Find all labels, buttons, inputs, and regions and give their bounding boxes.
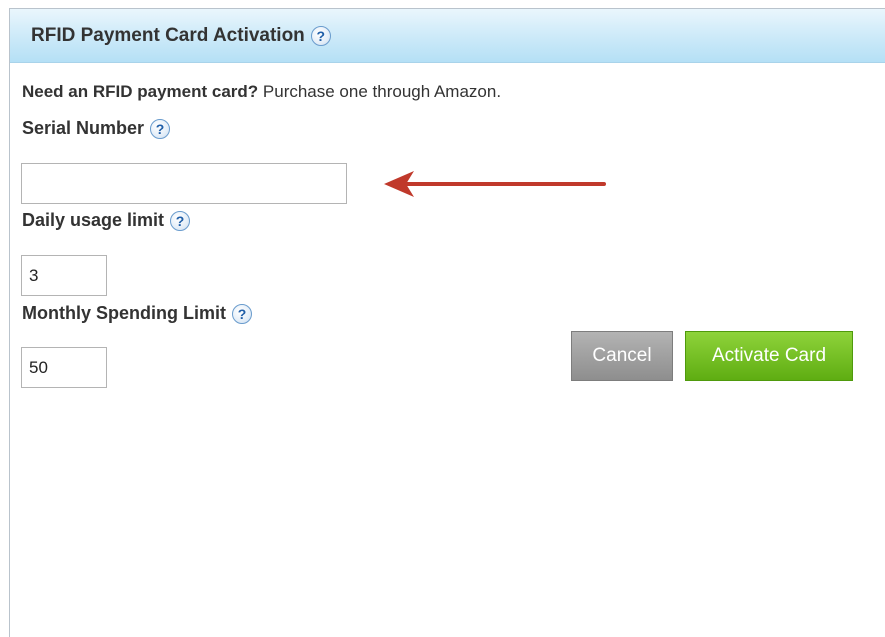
daily-usage-limit-input[interactable] bbox=[21, 255, 107, 296]
panel-title: RFID Payment Card Activation bbox=[31, 24, 305, 46]
activate-card-button[interactable]: Activate Card bbox=[685, 331, 853, 381]
help-icon[interactable]: ? bbox=[310, 25, 331, 46]
serial-number-label-text: Serial Number bbox=[22, 118, 145, 138]
cancel-button[interactable]: Cancel bbox=[571, 331, 673, 381]
serial-number-label: Serial Number ? bbox=[22, 118, 171, 139]
daily-usage-limit-help-icon[interactable]: ? bbox=[170, 210, 191, 231]
serial-number-help-icon[interactable]: ? bbox=[150, 118, 171, 139]
monthly-spending-limit-help-icon[interactable]: ? bbox=[231, 303, 252, 324]
daily-usage-limit-label-text: Daily usage limit bbox=[22, 210, 165, 230]
intro-text: Need an RFID payment card? Purchase one … bbox=[22, 82, 501, 102]
monthly-spending-limit-label: Monthly Spending Limit ? bbox=[22, 303, 252, 324]
serial-number-input[interactable] bbox=[21, 163, 347, 204]
monthly-spending-limit-label-text: Monthly Spending Limit bbox=[22, 303, 226, 323]
left-arrow-icon bbox=[384, 171, 606, 197]
panel-header: RFID Payment Card Activation ? bbox=[10, 9, 885, 63]
intro-amazon-text: Purchase one through Amazon. bbox=[258, 82, 502, 101]
monthly-spending-limit-input[interactable] bbox=[21, 347, 107, 388]
daily-usage-limit-label: Daily usage limit ? bbox=[22, 210, 191, 231]
intro-question: Need an RFID payment card? bbox=[22, 82, 259, 101]
